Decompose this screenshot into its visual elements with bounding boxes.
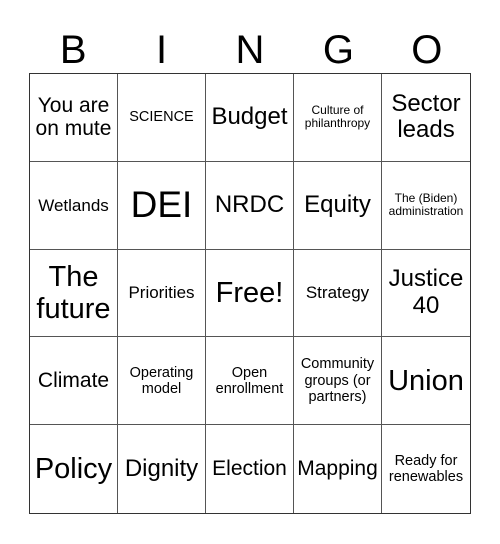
bingo-cell-text: Election <box>212 457 287 481</box>
bingo-cell-text: Operating model <box>129 364 194 397</box>
bingo-cell-text: Free! <box>215 276 284 309</box>
bingo-cell[interactable]: Wetlands <box>30 161 118 250</box>
bingo-cell[interactable]: DEI <box>118 161 206 250</box>
bingo-cell-text: Justice 40 <box>388 265 464 319</box>
bingo-cell[interactable]: Community groups (or partners) <box>294 337 382 426</box>
bingo-cell-text: NRDC <box>214 190 285 218</box>
header-letter-n: N <box>235 28 265 72</box>
bingo-cell[interactable]: Union <box>382 337 470 426</box>
header-letter-o: O <box>411 28 443 72</box>
bingo-cell[interactable]: Justice 40 <box>382 250 470 338</box>
bingo-cell-text: Ready for renewables <box>388 452 464 486</box>
bingo-cell-text: Policy <box>34 452 113 485</box>
bingo-cell[interactable]: Equity <box>294 161 382 250</box>
bingo-cell-text: Sector leads <box>391 89 461 144</box>
header-letter-b: B <box>59 28 87 72</box>
bingo-cell[interactable]: You are on mute <box>30 74 118 162</box>
header-letter-g: G <box>322 28 354 72</box>
bingo-cell-text: SCIENCE <box>129 109 194 126</box>
bingo-cell[interactable]: SCIENCE <box>118 74 206 162</box>
bingo-cell-text: Community groups (or partners) <box>300 356 375 405</box>
bingo-cell[interactable]: Open enrollment <box>206 337 294 426</box>
bingo-cell-text: Dignity <box>124 454 199 482</box>
bingo-cell-text: Mapping <box>297 457 378 481</box>
bingo-board: You are on mute SCIENCE Budget Culture of p… <box>29 73 471 514</box>
bingo-cell[interactable]: NRDC <box>206 161 294 250</box>
bingo-cell-text: The future <box>36 260 111 325</box>
bingo-cell-text: You are on mute <box>35 93 112 141</box>
bingo-cell[interactable]: Priorities <box>118 249 206 338</box>
bingo-cell[interactable]: Ready for renewables <box>382 425 470 513</box>
bingo-header: B I N G O <box>29 28 471 72</box>
bingo-cell[interactable]: Policy <box>30 425 118 513</box>
bingo-cell[interactable]: Sector leads <box>382 74 470 162</box>
bingo-cell-text: Climate <box>37 369 110 393</box>
bingo-cell[interactable]: Mapping <box>294 425 382 513</box>
bingo-cell-text: The (Biden) administration <box>388 190 464 219</box>
bingo-cell[interactable]: The future <box>30 249 118 338</box>
bingo-cell-text: Open enrollment <box>215 364 284 397</box>
bingo-cell[interactable]: Operating model <box>118 337 206 426</box>
bingo-cell[interactable]: The (Biden) administration <box>382 162 470 250</box>
bingo-cell[interactable]: Dignity <box>118 425 206 513</box>
bingo-cell[interactable]: Free! <box>206 249 294 338</box>
bingo-cell[interactable]: Budget <box>206 74 294 162</box>
bingo-cell-text: Budget <box>211 102 288 130</box>
bingo-cell-text: DEI <box>130 184 193 226</box>
bingo-cell[interactable]: Election <box>206 425 294 513</box>
bingo-cell-text: Culture of philanthropy <box>304 102 371 131</box>
bingo-cell[interactable]: Climate <box>30 337 118 426</box>
bingo-cell[interactable]: Culture of philanthropy <box>294 74 382 162</box>
bingo-cell-text: Union <box>388 364 464 397</box>
bingo-cell[interactable]: Strategy <box>294 249 382 338</box>
bingo-cell-text: Wetlands <box>38 195 109 215</box>
bingo-cell-text: Strategy <box>305 283 370 303</box>
header-letter-i: I <box>156 28 168 72</box>
bingo-cell-text: Equity <box>304 190 371 218</box>
bingo-cell-text: Priorities <box>128 283 195 303</box>
